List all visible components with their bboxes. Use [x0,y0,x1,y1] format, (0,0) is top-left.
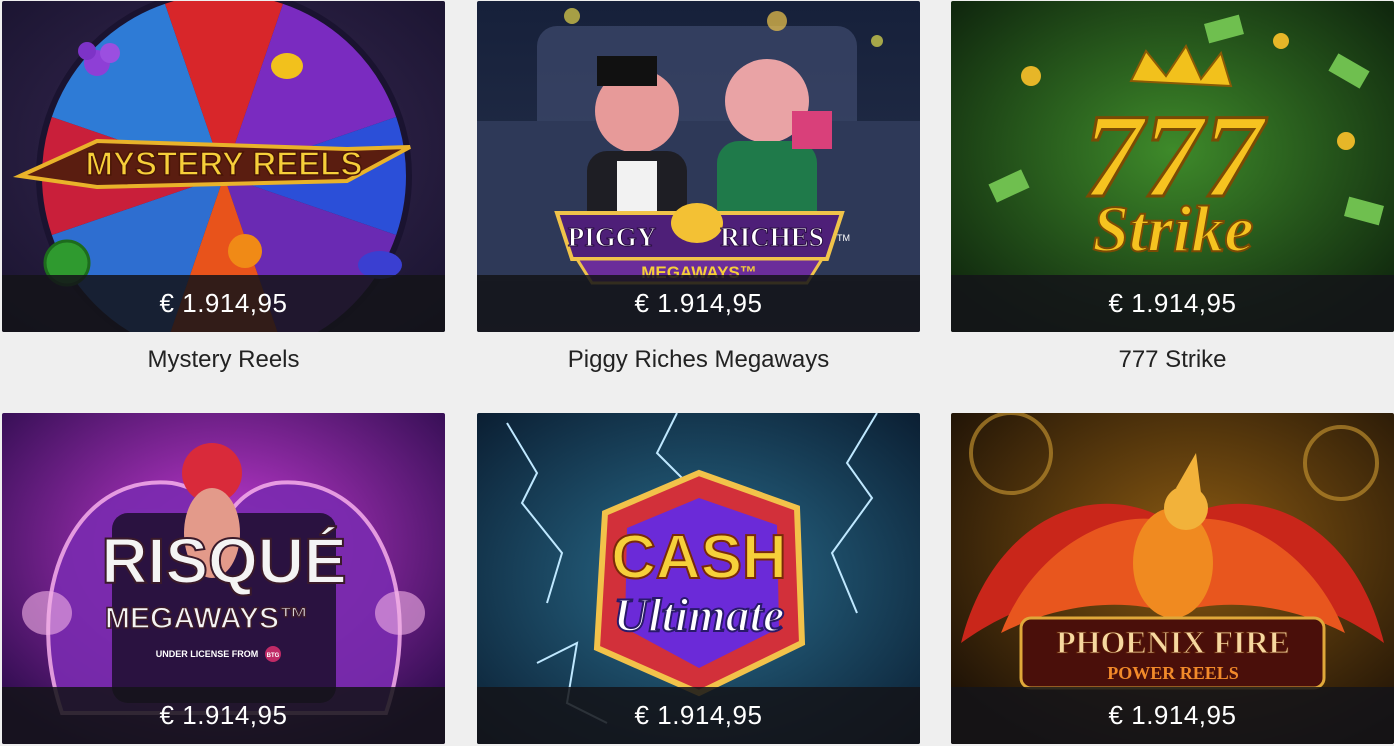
jackpot-amount: € 1.914,95 [477,275,920,332]
jackpot-amount: € 1.914,95 [2,687,445,744]
license-note: UNDER LICENSE FROM [156,649,259,659]
game-title-mystery-reels[interactable]: Mystery Reels [2,345,445,375]
mystery-reels-logo: MYSTERY REELS [86,145,363,182]
btg-badge: BTG [267,653,280,659]
jackpot-amount: € 1.914,95 [2,275,445,332]
piggy-riches-logo-word2: RICHES [720,222,824,252]
cash-logo: CASH [611,523,787,592]
trademark-mark: TM [837,233,850,243]
piggy-riches-logo-word1: PIGGY [568,222,657,252]
game-card-777-strike[interactable]: 777 Strike € 1.914,95 [951,1,1394,332]
risque-logo: RISQUÉ [101,525,346,597]
megaways-logo: MEGAWAYS™ [105,602,309,635]
game-card-mystery-reels[interactable]: MYSTERY REELS € 1.914,95 [2,1,445,332]
jackpot-amount: € 1.914,95 [951,687,1394,744]
jackpot-amount: € 1.914,95 [951,275,1394,332]
game-card-phoenix-fire-power-reels[interactable]: PHOENIX FIRE POWER REELS € 1.914,95 [951,413,1394,744]
strike-logo: Strike [1092,193,1253,266]
game-card-risque-megaways[interactable]: RISQUÉ MEGAWAYS™ UNDER LICENSE FROM BTG … [2,413,445,744]
jackpot-amount: € 1.914,95 [477,687,920,744]
phoenix-fire-logo: PHOENIX FIRE [1056,624,1290,660]
game-title-777-strike[interactable]: 777 Strike [951,345,1394,375]
game-card-cash-ultimate[interactable]: CASH Ultimate € 1.914,95 [477,413,920,744]
game-title-piggy-riches-megaways[interactable]: Piggy Riches Megaways [477,345,920,375]
game-card-piggy-riches-megaways[interactable]: PIGGY RICHES TM MEGAWAYS™ € 1.914,95 [477,1,920,332]
power-reels-logo: POWER REELS [1107,663,1239,683]
ultimate-logo: Ultimate [614,589,785,642]
